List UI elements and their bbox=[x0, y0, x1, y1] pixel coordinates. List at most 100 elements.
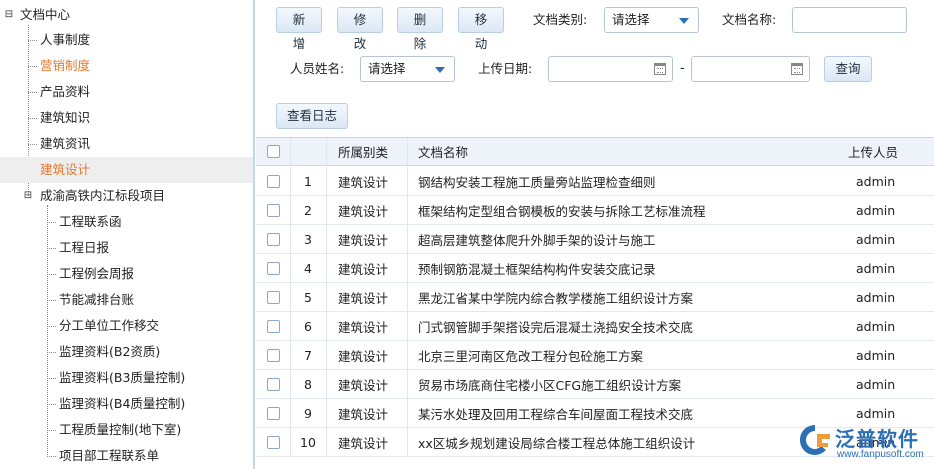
row-document-name[interactable]: 超高层建筑整体爬升外脚手架的设计与施工 bbox=[418, 225, 656, 253]
row-checkbox[interactable] bbox=[267, 435, 280, 449]
table-row[interactable]: 4 建筑设计 预制钢筋混凝土框架结构构件安装交底记录 admin bbox=[256, 254, 934, 283]
row-document-name[interactable]: 门式钢管脚手架搭设完后混凝土浇捣安全技术交底 bbox=[418, 312, 693, 340]
tree-node-contact-letter[interactable]: 工程联系函 bbox=[0, 209, 253, 235]
row-document-name[interactable]: xx区城乡规划建设局综合楼工程总体施工组织设计 bbox=[418, 428, 695, 456]
tree-node-hr-policy[interactable]: 人事制度 bbox=[0, 27, 253, 53]
row-category: 建筑设计 bbox=[338, 435, 389, 451]
row-document-name[interactable]: 北京三里河南区危改工程分包砼施工方案 bbox=[418, 341, 643, 369]
table-row[interactable]: 7 建筑设计 北京三里河南区危改工程分包砼施工方案 admin bbox=[256, 341, 934, 370]
panel-splitter[interactable] bbox=[253, 0, 255, 469]
column-divider bbox=[326, 283, 327, 311]
row-category: 建筑设计 bbox=[338, 232, 389, 248]
row-checkbox[interactable] bbox=[267, 406, 280, 420]
table-row[interactable]: 3 建筑设计 超高层建筑整体爬升外脚手架的设计与施工 admin bbox=[256, 225, 934, 254]
tree-node-daily-report[interactable]: 工程日报 bbox=[0, 235, 253, 261]
tree-node-weekly-meeting[interactable]: 工程例会周报 bbox=[0, 261, 253, 287]
collapse-icon[interactable]: ⊟ bbox=[4, 2, 14, 28]
view-log-button[interactable]: 查看日志 bbox=[276, 103, 348, 129]
row-number: 5 bbox=[304, 289, 312, 305]
row-category: 建筑设计 bbox=[338, 377, 389, 393]
column-divider bbox=[326, 399, 327, 427]
doc-type-value: 请选择 bbox=[612, 12, 650, 27]
add-button[interactable]: 新增 bbox=[276, 7, 322, 51]
row-document-name[interactable]: 贸易市场底商住宅楼小区CFG施工组织设计方案 bbox=[418, 370, 681, 398]
date-to-input[interactable] bbox=[691, 56, 810, 82]
tree-node-supervision-b4[interactable]: 监理资料(B4质量控制) bbox=[0, 391, 253, 417]
table-row[interactable]: 6 建筑设计 门式钢管脚手架搭设完后混凝土浇捣安全技术交底 admin bbox=[256, 312, 934, 341]
row-checkbox[interactable] bbox=[267, 232, 280, 246]
column-divider bbox=[326, 167, 327, 195]
doc-type-select[interactable]: 请选择 bbox=[604, 7, 699, 33]
row-category: 建筑设计 bbox=[338, 319, 389, 335]
person-name-select[interactable]: 请选择 bbox=[360, 56, 455, 82]
date-from-input[interactable] bbox=[548, 56, 673, 82]
column-divider bbox=[407, 138, 408, 165]
table-row[interactable]: 2 建筑设计 框架结构定型组合钢模板的安装与拆除工艺标准流程 admin bbox=[256, 196, 934, 225]
row-select-cell bbox=[267, 399, 280, 427]
row-number: 1 bbox=[304, 173, 312, 189]
row-document-name[interactable]: 某污水处理及回用工程综合车间屋面工程技术交底 bbox=[418, 399, 693, 427]
tree-node-building-design[interactable]: 建筑设计 bbox=[0, 157, 253, 183]
row-uploader: admin bbox=[856, 289, 896, 305]
row-category: 建筑设计 bbox=[338, 406, 389, 422]
row-document-name[interactable]: 预制钢筋混凝土框架结构构件安装交底记录 bbox=[418, 254, 656, 282]
column-divider bbox=[326, 196, 327, 224]
row-number: 10 bbox=[300, 434, 316, 450]
tree-node-marketing-policy[interactable]: 营销制度 bbox=[0, 53, 253, 79]
column-divider bbox=[407, 428, 408, 456]
tree-node-quality-basement[interactable]: 工程质量控制(地下室) bbox=[0, 417, 253, 443]
tree-node-root[interactable]: ⊟ 文档中心 bbox=[0, 2, 253, 28]
doc-name-input[interactable] bbox=[792, 7, 907, 33]
row-number: 6 bbox=[304, 318, 312, 334]
column-header-uploader[interactable]: 上传人员 bbox=[848, 138, 898, 165]
edit-button[interactable]: 修改 bbox=[337, 7, 383, 51]
move-button[interactable]: 移动 bbox=[458, 7, 504, 51]
calendar-icon[interactable] bbox=[654, 63, 666, 75]
tree-node-product-docs[interactable]: 产品资料 bbox=[0, 79, 253, 105]
row-select-cell bbox=[267, 370, 280, 398]
row-select-cell bbox=[267, 341, 280, 369]
row-select-cell bbox=[267, 196, 280, 224]
query-button[interactable]: 查询 bbox=[824, 56, 872, 82]
table-row[interactable]: 5 建筑设计 黑龙江省某中学院内综合教学楼施工组织设计方案 admin bbox=[256, 283, 934, 312]
doc-name-label: 文档名称: bbox=[722, 12, 777, 27]
row-checkbox[interactable] bbox=[267, 290, 280, 304]
tree-node-work-handover[interactable]: 分工单位工作移交 bbox=[0, 313, 253, 339]
row-document-name[interactable]: 黑龙江省某中学院内综合教学楼施工组织设计方案 bbox=[418, 283, 693, 311]
table-row[interactable]: 8 建筑设计 贸易市场底商住宅楼小区CFG施工组织设计方案 admin bbox=[256, 370, 934, 399]
table-row[interactable]: 1 建筑设计 钢结构安装工程施工质量旁站监理检查细则 admin bbox=[256, 167, 934, 196]
tree-node-supervision-b2[interactable]: 监理资料(B2资质) bbox=[0, 339, 253, 365]
tree-node-building-knowledge[interactable]: 建筑知识 bbox=[0, 105, 253, 131]
tree-node-energy-ledger[interactable]: 节能减排台账 bbox=[0, 287, 253, 313]
row-checkbox[interactable] bbox=[267, 203, 280, 217]
column-divider bbox=[407, 399, 408, 427]
row-uploader: admin bbox=[856, 202, 896, 218]
collapse-icon[interactable]: ⊟ bbox=[23, 183, 33, 209]
tree-node-project-contact[interactable]: 项目部工程联系单 bbox=[0, 443, 253, 469]
row-checkbox[interactable] bbox=[267, 377, 280, 391]
row-checkbox[interactable] bbox=[267, 319, 280, 333]
column-divider bbox=[326, 341, 327, 369]
row-category: 建筑设计 bbox=[338, 290, 389, 306]
column-divider bbox=[407, 341, 408, 369]
tree-node-project[interactable]: ⊟ 成渝高铁内江标段项目 bbox=[0, 183, 253, 209]
tree-node-supervision-b3[interactable]: 监理资料(B3质量控制) bbox=[0, 365, 253, 391]
column-header-name[interactable]: 文档名称 bbox=[418, 138, 468, 165]
column-header-category[interactable]: 所属别类 bbox=[338, 138, 388, 165]
brand-watermark: 泛普软件 www.fanpusoft.com bbox=[797, 420, 934, 469]
row-document-name[interactable]: 框架结构定型组合钢模板的安装与拆除工艺标准流程 bbox=[418, 196, 706, 224]
select-all-checkbox[interactable] bbox=[267, 145, 280, 158]
delete-button[interactable]: 删除 bbox=[397, 7, 443, 51]
tree-node-building-news[interactable]: 建筑资讯 bbox=[0, 131, 253, 157]
row-checkbox[interactable] bbox=[267, 348, 280, 362]
tree-node-label: 分工单位工作移交 bbox=[59, 318, 160, 333]
row-document-name[interactable]: 钢结构安装工程施工质量旁站监理检查细则 bbox=[418, 167, 656, 195]
row-checkbox[interactable] bbox=[267, 174, 280, 188]
calendar-icon[interactable] bbox=[791, 63, 803, 75]
column-divider bbox=[326, 225, 327, 253]
tree-node-label: 工程例会周报 bbox=[59, 266, 135, 281]
row-select-cell bbox=[267, 428, 280, 456]
tree-node-label: 建筑知识 bbox=[40, 110, 91, 125]
row-uploader: admin bbox=[856, 260, 896, 276]
row-checkbox[interactable] bbox=[267, 261, 280, 275]
